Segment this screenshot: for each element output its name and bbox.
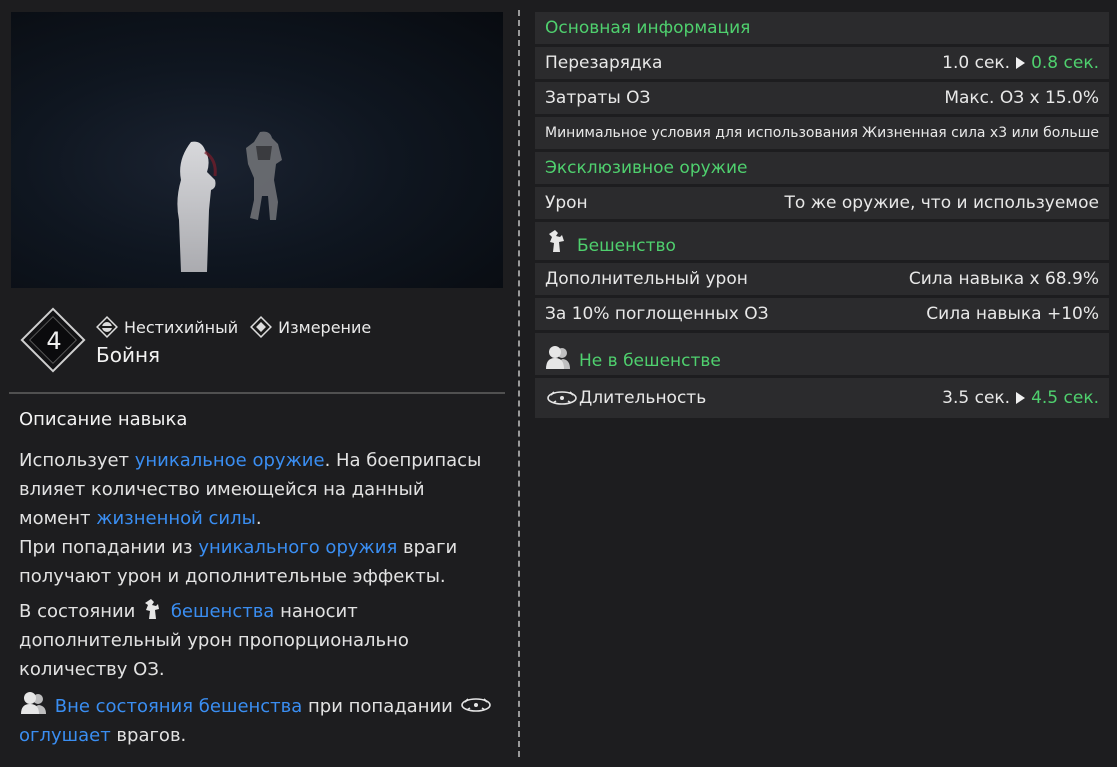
stat-value: Сила навыка +10% (926, 304, 1099, 324)
character-figure (177, 141, 217, 272)
stat-value: То же оружие, что и используемое (784, 193, 1100, 213)
stat-new-value: 4.5 сек. (1031, 388, 1099, 408)
tag-non-elemental: Нестихийный (96, 316, 238, 338)
section-title: Основная информация (545, 18, 751, 38)
stat-label: Минимальное условия для использования (545, 125, 858, 141)
text: врагов. (110, 725, 187, 746)
description-paragraph: Использует уникальное оружие. На боеприп… (19, 446, 499, 591)
stat-row-min-condition: Минимальное условия для использования Жи… (535, 117, 1109, 149)
section-not-berserk: Не в бешенстве (535, 333, 1109, 375)
stat-row-cooldown: Перезарядка 1.0 сек. 0.8 сек. (535, 47, 1109, 79)
stat-label: Длительность (579, 388, 707, 408)
stat-value: Макс. ОЗ x 15.0% (944, 88, 1099, 108)
stat-value: Сила навыка x 68.9% (908, 269, 1099, 289)
section-title: Не в бешенстве (579, 351, 721, 371)
text: Использует (19, 450, 135, 471)
link-berserk[interactable]: бешенства (171, 601, 275, 622)
text: При попадании из (19, 537, 199, 558)
link-stun[interactable]: оглушает (19, 725, 111, 746)
skill-preview-video[interactable] (11, 12, 503, 288)
description-title: Описание навыка (19, 409, 188, 430)
stat-value: 1.0 сек. 0.8 сек. (942, 53, 1099, 73)
stat-old-value: 3.5 сек. (942, 388, 1011, 408)
stat-value: Жизненная сила x3 или больше (862, 125, 1099, 141)
stat-label: Урон (545, 193, 588, 213)
not-berserk-icon (21, 692, 46, 714)
section-berserk: Бешенство (535, 222, 1109, 260)
skill-name: Бойня (96, 343, 161, 367)
skill-level-number: 4 (46, 327, 62, 355)
description-paragraph: Вне состояния бешенства при попадании ог… (19, 690, 499, 750)
section-title: Бешенство (577, 236, 676, 256)
tag-label: Нестихийный (124, 317, 239, 337)
stat-row-duration: Длительность 3.5 сек. 4.5 сек. (535, 378, 1109, 418)
stat-row-hp-cost: Затраты ОЗ Макс. ОЗ x 15.0% (535, 82, 1109, 114)
arrow-right-icon (1016, 392, 1026, 404)
stat-label: Затраты ОЗ (545, 88, 651, 108)
stat-value: 3.5 сек. 4.5 сек. (942, 388, 1099, 408)
text: В состоянии (19, 601, 142, 622)
berserk-icon (545, 228, 569, 256)
stat-label-group: Длительность (545, 387, 706, 409)
stat-label: За 10% поглощенных ОЗ (545, 304, 769, 324)
skill-description: Использует уникальное оружие. На боеприп… (19, 446, 499, 756)
link-life-force[interactable]: жизненной силы (96, 508, 256, 529)
link-unique-weapon[interactable]: уникального оружия (198, 537, 397, 558)
enemy-figure (246, 131, 282, 220)
tag-dimension: Измерение (250, 316, 371, 338)
stat-row-damage: Урон То же оружие, что и используемое (535, 187, 1109, 219)
berserk-icon (145, 599, 160, 619)
section-exclusive-weapon: Эксклюзивное оружие (535, 152, 1109, 184)
stat-row-per-10-hp: За 10% поглощенных ОЗ Сила навыка +10% (535, 298, 1109, 330)
section-basic-info: Основная информация (535, 12, 1109, 44)
arrow-right-icon (1016, 57, 1026, 69)
text: . (255, 508, 262, 529)
stat-label: Дополнительный урон (545, 269, 748, 289)
stat-old-value: 1.0 сек. (942, 53, 1011, 73)
stats-panel: Основная информация Перезарядка 1.0 сек.… (535, 12, 1109, 421)
tag-label: Измерение (278, 317, 372, 337)
stat-row-extra-damage: Дополнительный урон Сила навыка x 68.9% (535, 263, 1109, 295)
skill-header: 4 Нестихийный Измерение Бойня (20, 307, 504, 373)
description-paragraph: В состоянии бешенства наносит дополнител… (19, 597, 499, 684)
text: при попадании (302, 696, 459, 717)
link-unique-weapon[interactable]: уникальное оружие (135, 450, 325, 471)
stun-icon (460, 698, 491, 712)
link-not-berserk[interactable]: Вне состояния бешенства (55, 696, 303, 717)
non-elemental-icon (96, 316, 118, 338)
skill-tags: Нестихийный Измерение (96, 316, 371, 338)
section-title: Эксклюзивное оружие (545, 158, 748, 178)
stat-label: Перезарядка (545, 53, 663, 73)
stat-new-value: 0.8 сек. (1031, 53, 1099, 73)
divider (9, 392, 505, 394)
not-berserk-icon (545, 343, 571, 371)
dimension-icon (250, 316, 273, 338)
stun-icon (547, 391, 577, 405)
skill-panel: 4 Нестихийный Измерение Бойня Описание н… (0, 0, 518, 767)
panel-divider (518, 10, 520, 757)
